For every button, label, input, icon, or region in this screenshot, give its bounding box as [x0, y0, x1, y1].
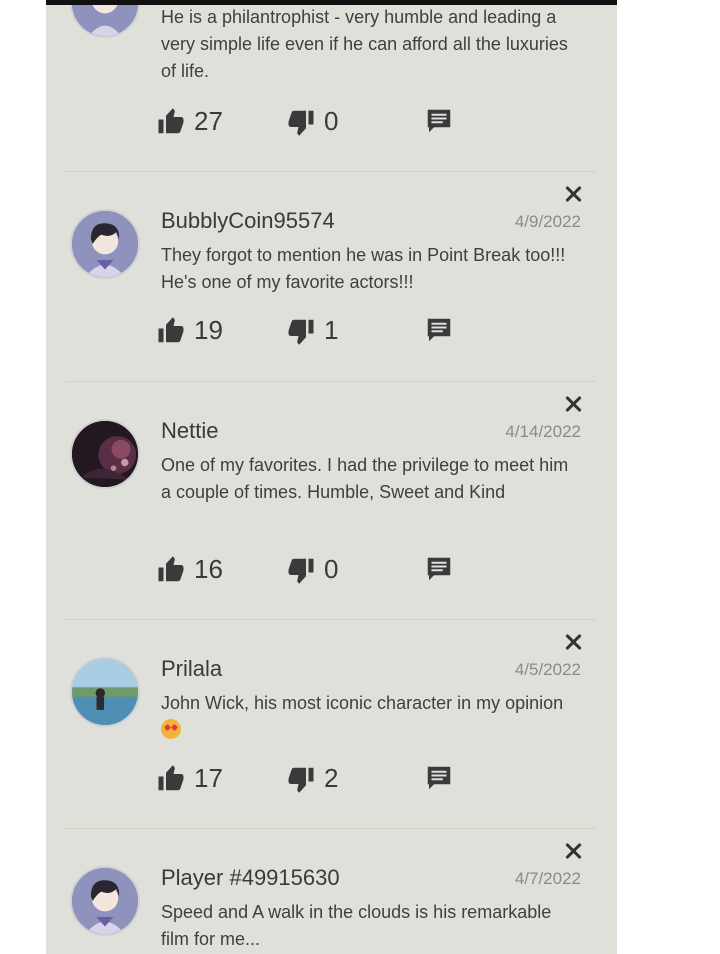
default-avatar-icon[interactable]	[70, 0, 140, 38]
comment-username[interactable]: Player #49915630	[161, 865, 340, 891]
thumbs-up-icon	[158, 316, 184, 342]
beach-photo-avatar-icon[interactable]	[70, 657, 140, 727]
top-edge-bar	[46, 0, 617, 5]
comment-divider	[66, 828, 596, 829]
photo-avatar-icon[interactable]	[70, 419, 140, 489]
comment-date: 4/7/2022	[514, 869, 581, 888]
like-count: 17	[194, 763, 223, 793]
comment-actions: 16 0	[156, 554, 496, 588]
dislike-button[interactable]: 2	[286, 763, 338, 794]
comment-text: They forgot to mention he was in Point B…	[161, 245, 566, 292]
comments-panel: He is a philantrophist - very humble and…	[46, 0, 617, 954]
thumbs-down-icon	[288, 319, 314, 345]
comment-username[interactable]: Nettie	[161, 418, 218, 444]
comment-actions: 17 2	[156, 763, 496, 797]
default-avatar-icon[interactable]	[70, 209, 140, 279]
comment-text: Speed and A walk in the clouds is his re…	[161, 902, 552, 949]
reply-button[interactable]	[424, 106, 454, 136]
close-icon[interactable]	[563, 632, 583, 652]
comment-text: One of my favorites. I had the privilege…	[161, 455, 569, 502]
comment-actions: 27 0	[156, 106, 496, 140]
comment-text: John Wick, his most iconic character in …	[161, 693, 564, 713]
like-count: 19	[194, 315, 223, 345]
like-count: 16	[194, 554, 223, 584]
comment-divider	[66, 619, 596, 620]
comment-icon	[427, 557, 451, 581]
close-icon[interactable]	[563, 841, 583, 861]
comment-date: 4/14/2022	[505, 422, 581, 441]
close-icon[interactable]	[563, 184, 583, 204]
comment-icon	[427, 318, 451, 342]
reply-button[interactable]	[424, 763, 454, 793]
comment-username[interactable]: Prilala	[161, 656, 222, 682]
thumbs-down-icon	[288, 110, 314, 136]
reply-button[interactable]	[424, 554, 454, 584]
like-button[interactable]: 17	[156, 763, 223, 794]
like-count: 27	[194, 106, 223, 136]
dislike-count: 2	[324, 763, 339, 793]
comment-icon	[427, 109, 451, 133]
comment-divider	[66, 381, 596, 382]
comment-divider	[66, 171, 596, 172]
dislike-count: 0	[324, 554, 339, 584]
dislike-button[interactable]: 0	[286, 554, 338, 585]
dislike-button[interactable]: 0	[286, 106, 338, 137]
comment-text: He is a philantrophist - very humble and…	[161, 7, 568, 81]
comment-actions: 19 1	[156, 315, 496, 349]
comment-username[interactable]: BubblyCoin95574	[161, 208, 335, 234]
like-button[interactable]: 27	[156, 106, 223, 137]
dislike-count: 0	[324, 106, 339, 136]
default-avatar-icon[interactable]	[70, 866, 140, 936]
like-button[interactable]: 19	[156, 315, 223, 346]
thumbs-up-icon	[158, 555, 184, 581]
close-icon[interactable]	[563, 394, 583, 414]
comment-date: 4/9/2022	[514, 212, 581, 231]
comment-icon	[427, 766, 451, 790]
comment-text-container: John Wick, his most iconic character in …	[161, 690, 581, 744]
reply-button[interactable]	[424, 315, 454, 345]
like-button[interactable]: 16	[156, 554, 223, 585]
thumbs-up-icon	[158, 107, 184, 133]
dislike-button[interactable]: 1	[286, 315, 338, 346]
heart-eyes-emoji-icon	[161, 719, 181, 739]
dislike-count: 1	[324, 315, 339, 345]
comment-date: 4/5/2022	[514, 660, 581, 679]
thumbs-down-icon	[288, 767, 314, 793]
thumbs-down-icon	[288, 558, 314, 584]
thumbs-up-icon	[158, 764, 184, 790]
